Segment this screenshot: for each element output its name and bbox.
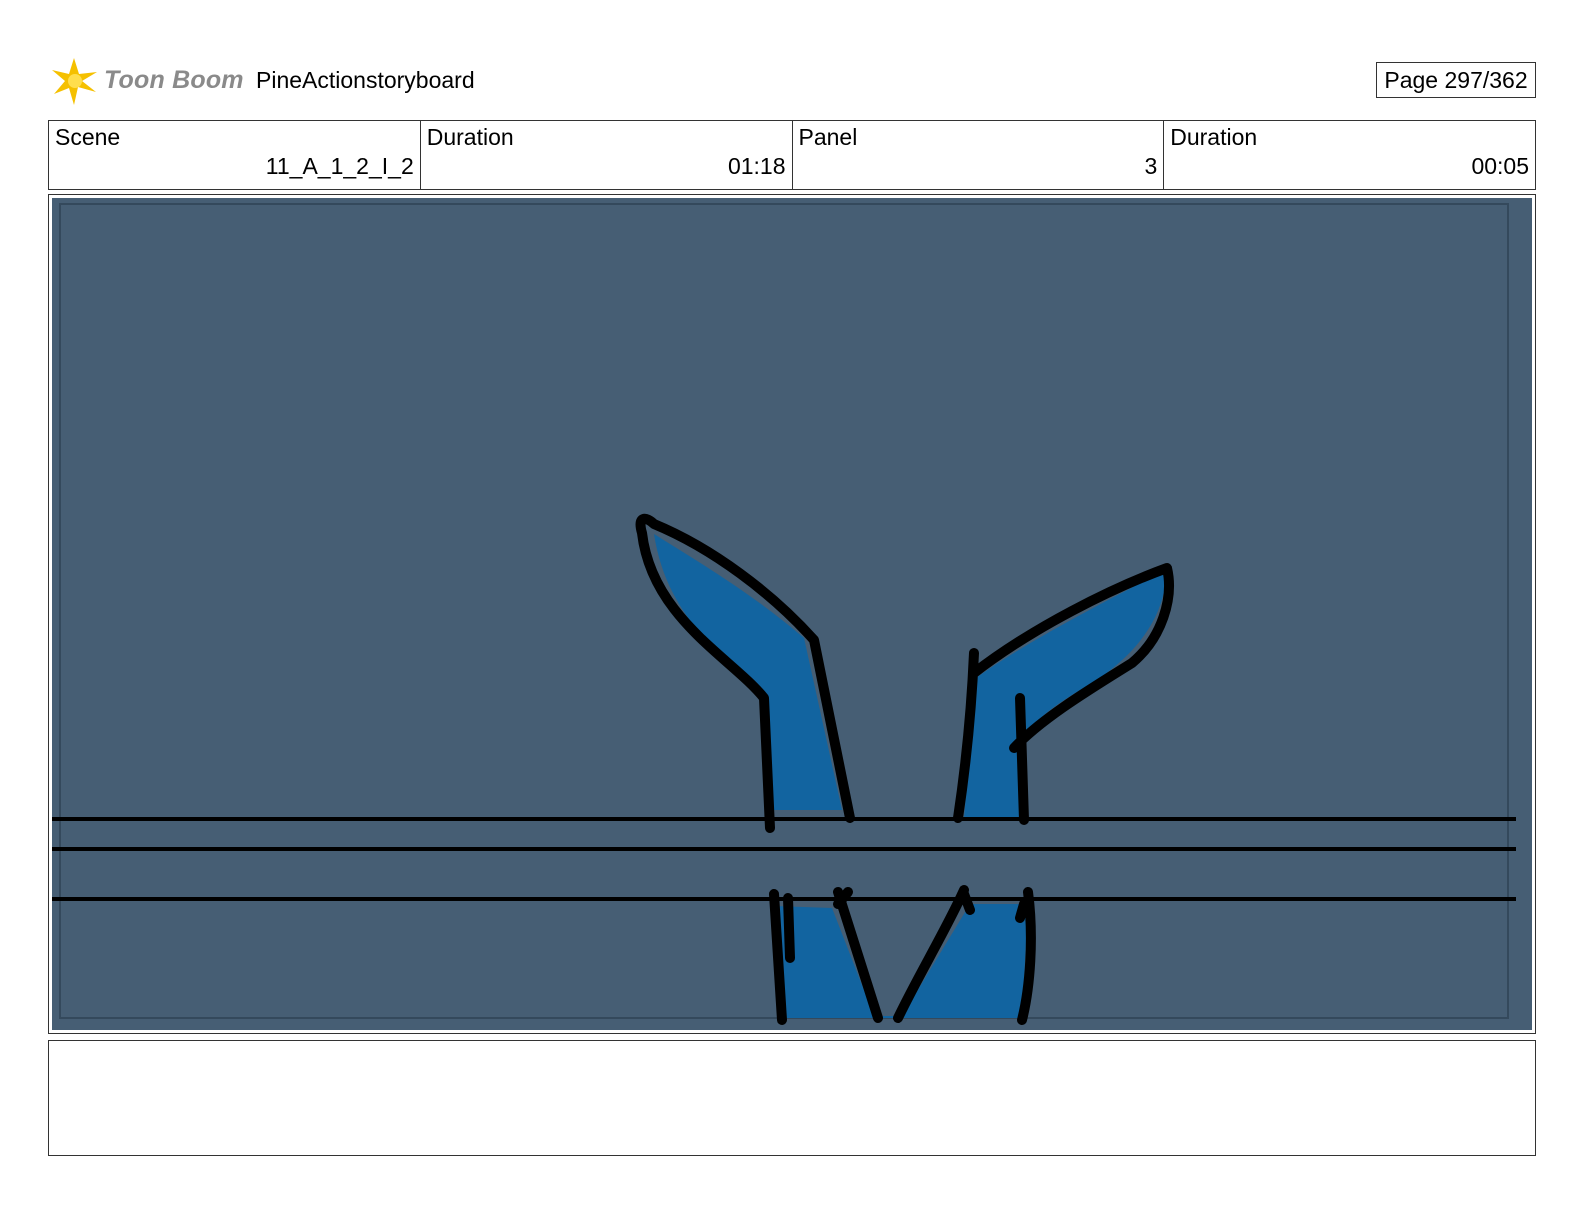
logo-text: Toon Boom bbox=[104, 66, 244, 94]
panel-notes bbox=[48, 1040, 1536, 1156]
scene-duration-value: 01:18 bbox=[727, 153, 786, 179]
panel-label: Panel bbox=[798, 124, 858, 150]
scene-info-table: Scene 11_A_1_2_I_2 Duration 01:18 Panel … bbox=[48, 120, 1536, 190]
page-indicator: Page 297/362 bbox=[1376, 62, 1536, 98]
panel-cell: Panel 3 bbox=[793, 121, 1165, 189]
scene-duration-cell: Duration 01:18 bbox=[421, 121, 793, 189]
scene-value: 11_A_1_2_I_2 bbox=[265, 153, 414, 179]
scene-label: Scene bbox=[55, 124, 121, 150]
storyboard-panel bbox=[48, 194, 1536, 1034]
panel-duration-value: 00:05 bbox=[1471, 153, 1529, 179]
scene-duration-label: Duration bbox=[426, 124, 514, 150]
panel-duration-cell: Duration 00:05 bbox=[1164, 121, 1535, 189]
project-title: PineActionstoryboard bbox=[256, 67, 475, 93]
panel-duration-label: Duration bbox=[1170, 124, 1258, 150]
panel-drawing bbox=[52, 198, 1532, 1030]
scene-cell: Scene 11_A_1_2_I_2 bbox=[49, 121, 421, 189]
panel-value: 3 bbox=[1144, 153, 1158, 179]
